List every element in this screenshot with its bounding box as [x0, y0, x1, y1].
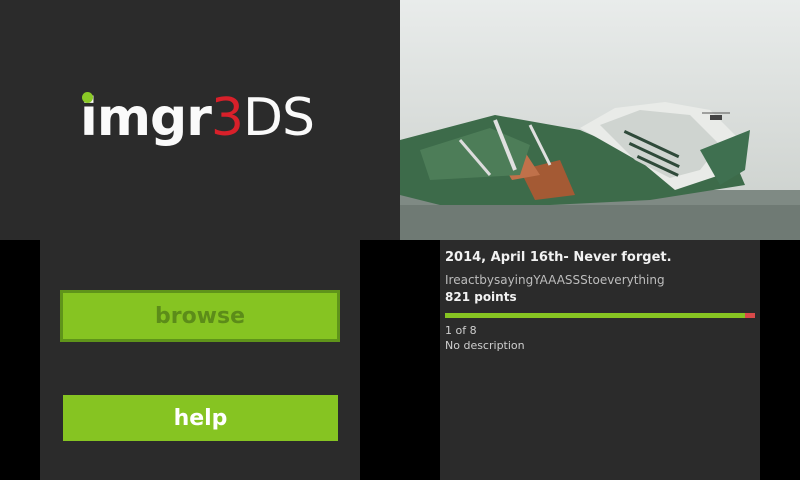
post-username: IreactbysayingYAAASSStoeverything	[445, 273, 665, 287]
logo-text-3: 3	[210, 88, 244, 148]
score-bar-fill	[445, 313, 746, 318]
app-logo: imgr3DS	[80, 88, 315, 158]
post-image	[400, 0, 800, 240]
post-description: No description	[445, 339, 525, 352]
logo-text-imgr: imgr	[80, 88, 212, 148]
browse-button[interactable]: browse	[60, 290, 340, 342]
logo-text-ds: DS	[242, 88, 315, 148]
top-screen-left-panel: imgr3DS	[0, 0, 400, 240]
score-bar	[445, 313, 755, 318]
help-button[interactable]: help	[63, 395, 338, 441]
post-title: 2014, April 16th- Never forget.	[445, 250, 672, 265]
logo-dot-icon	[82, 92, 93, 103]
bottom-screen-menu-panel: browse help	[40, 240, 360, 480]
post-index: 1 of 8	[445, 324, 477, 337]
post-info-panel: 2014, April 16th- Never forget. Ireactby…	[440, 240, 760, 480]
post-points: 821 points	[445, 290, 517, 304]
